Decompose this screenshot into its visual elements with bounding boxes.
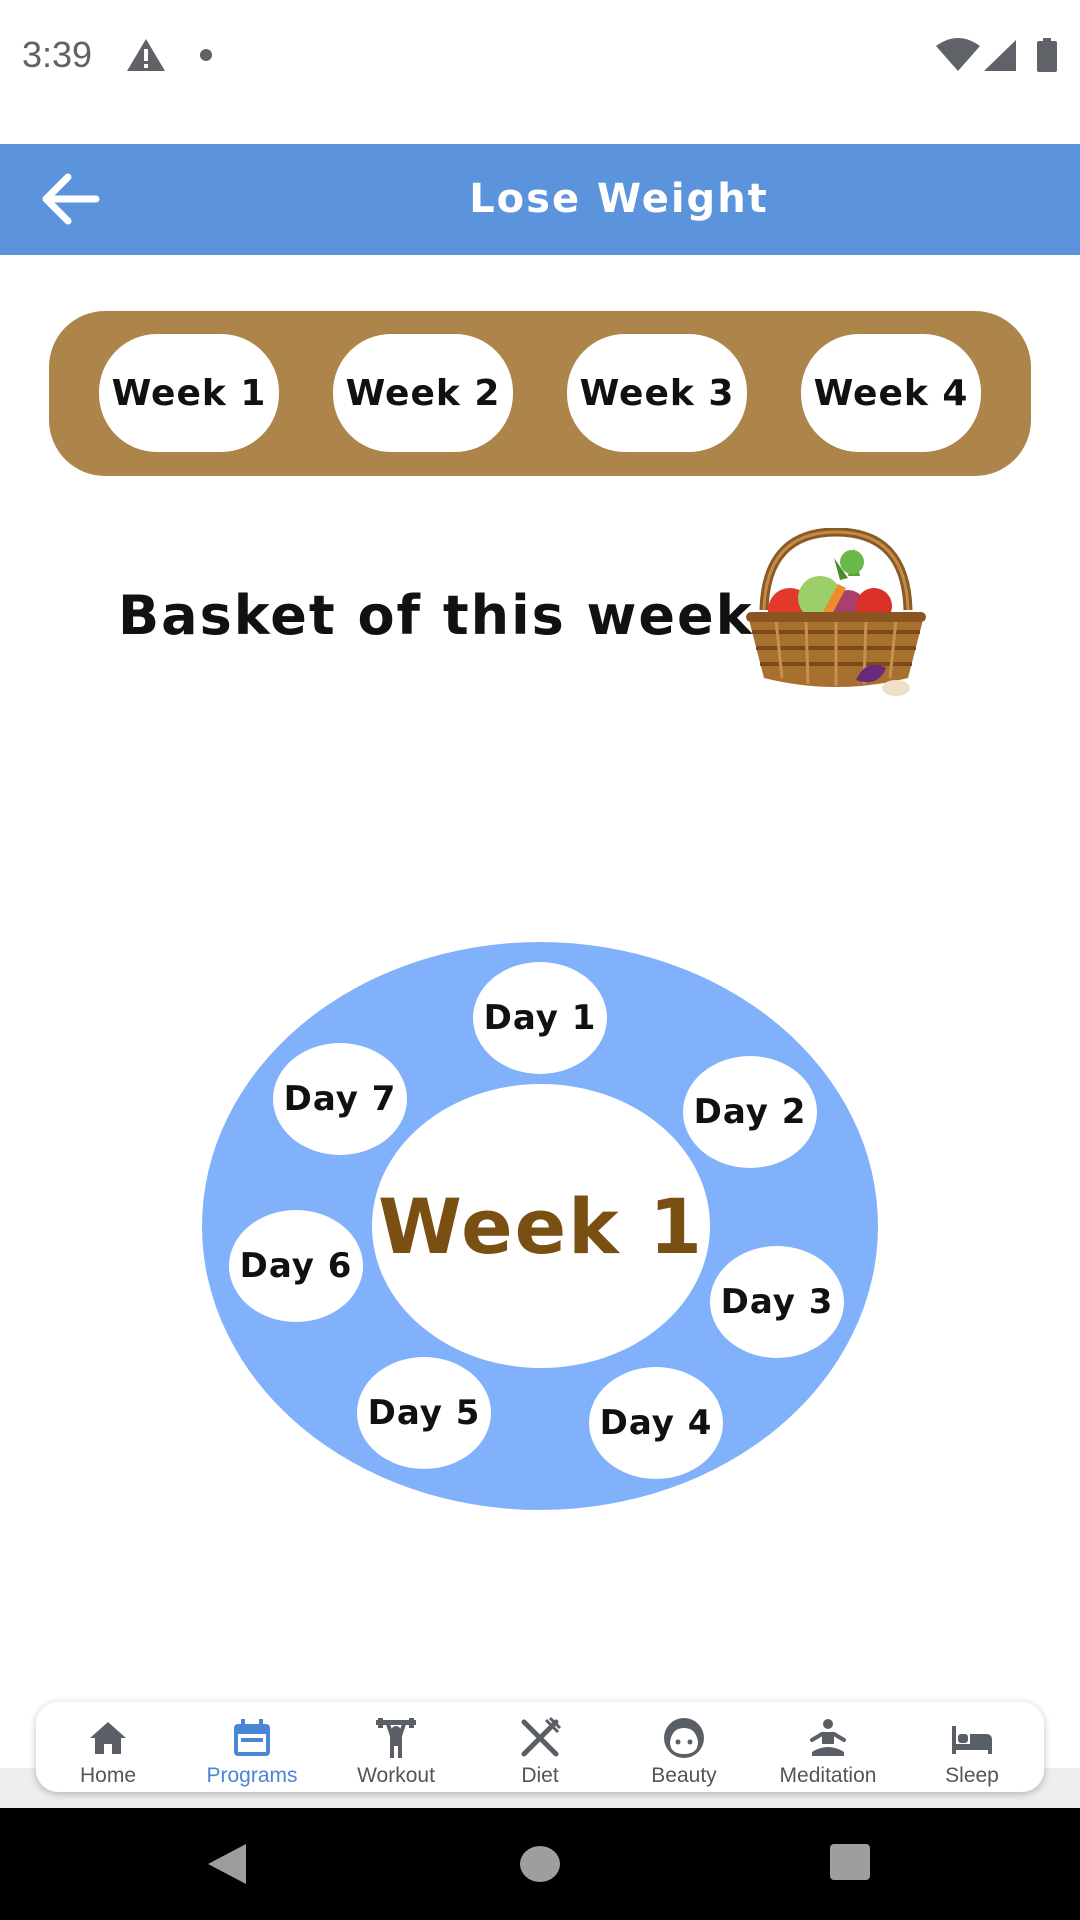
status-time: 3:39	[22, 34, 93, 75]
fork-knife-icon	[521, 1716, 562, 1757]
day-4-button[interactable]: Day 4	[589, 1367, 723, 1479]
meditation-icon	[810, 1719, 846, 1756]
nav-diet[interactable]: Diet	[468, 1702, 612, 1792]
page-title: Lose Weight	[469, 176, 769, 222]
day-2-button[interactable]: Day 2	[683, 1056, 817, 1168]
week-2-button[interactable]: Week 2	[333, 334, 513, 452]
week-wheel-center: Week 1	[372, 1084, 710, 1368]
back-triangle-icon[interactable]	[198, 1836, 254, 1892]
battery-icon	[1037, 38, 1057, 72]
day-5-button[interactable]: Day 5	[357, 1357, 491, 1469]
nav-label: Home	[79, 1764, 137, 1787]
face-icon	[664, 1718, 704, 1758]
nav-label: Meditation	[779, 1764, 877, 1787]
recents-square-icon[interactable]	[822, 1836, 878, 1892]
nav-label: Sleep	[945, 1764, 999, 1787]
weightlifting-icon	[376, 1718, 416, 1758]
system-nav-bar	[0, 1808, 1080, 1920]
week-selector: Week 1 Week 2 Week 3 Week 4	[49, 311, 1031, 476]
basket-title: Basket of this week	[118, 584, 754, 647]
calendar-icon	[234, 1719, 270, 1756]
vegetable-basket-icon[interactable]	[736, 528, 936, 708]
nav-workout[interactable]: Workout	[324, 1702, 468, 1792]
nav-sleep[interactable]: Sleep	[900, 1702, 1044, 1792]
day-3-button[interactable]: Day 3	[710, 1246, 844, 1358]
app-bar: Lose Weight	[0, 144, 1080, 255]
notification-dot-icon	[200, 49, 212, 61]
nav-meditation[interactable]: Meditation	[756, 1702, 900, 1792]
day-6-button[interactable]: Day 6	[229, 1210, 363, 1322]
nav-programs[interactable]: Programs	[180, 1702, 324, 1792]
nav-beauty[interactable]: Beauty	[612, 1702, 756, 1792]
week-1-button[interactable]: Week 1	[99, 334, 279, 452]
nav-home[interactable]: Home	[36, 1702, 180, 1792]
home-icon	[90, 1722, 126, 1754]
home-circle-icon[interactable]	[512, 1836, 568, 1892]
week-3-button[interactable]: Week 3	[567, 334, 747, 452]
day-1-button[interactable]: Day 1	[473, 962, 607, 1074]
week-4-button[interactable]: Week 4	[801, 334, 981, 452]
nav-label: Workout	[357, 1764, 435, 1787]
nav-label: Diet	[521, 1764, 559, 1787]
bed-icon	[952, 1726, 992, 1754]
wifi-icon	[936, 38, 980, 71]
signal-icon	[984, 40, 1016, 71]
status-bar: 3:39	[0, 0, 1080, 112]
day-7-button[interactable]: Day 7	[273, 1043, 407, 1155]
warning-icon	[127, 39, 165, 71]
nav-label: Programs	[206, 1764, 298, 1787]
nav-label: Beauty	[651, 1764, 717, 1787]
bottom-nav: Home Programs Workout Diet Beauty Medita…	[36, 1702, 1044, 1792]
